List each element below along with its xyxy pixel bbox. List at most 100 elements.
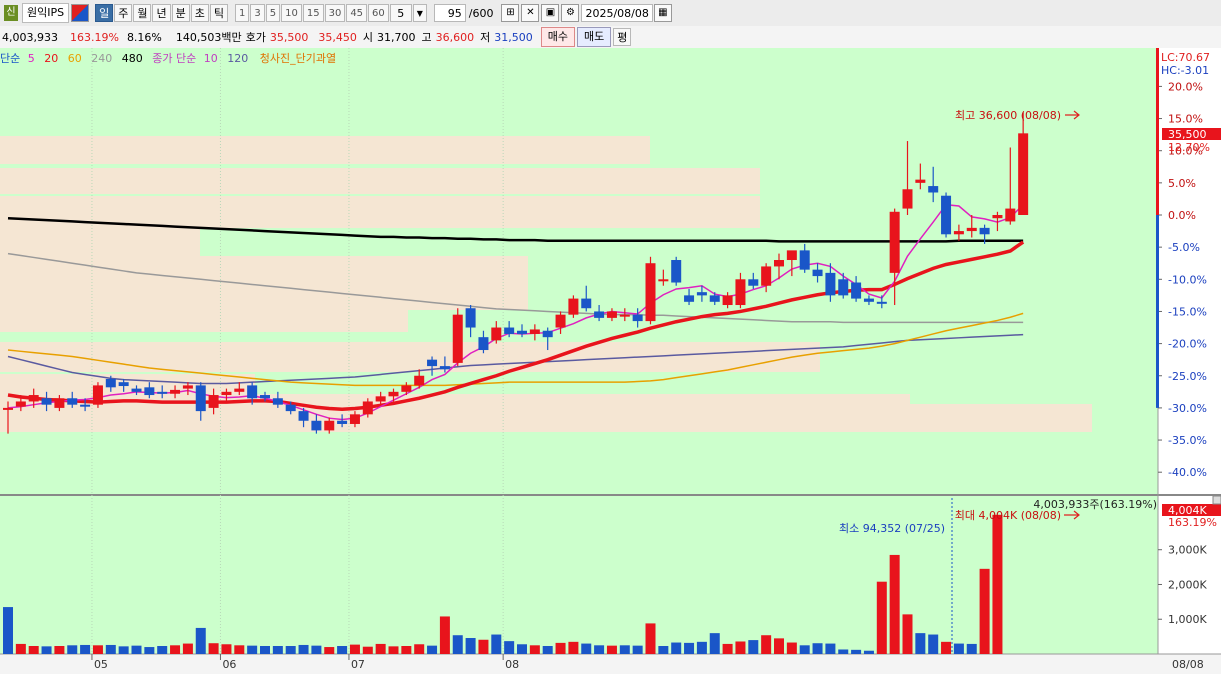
minute-button-30[interactable]: 30 [324,4,346,22]
volume-bar [504,641,515,654]
volume-bar [542,646,553,654]
date-axis-end: 08/08 [1172,658,1204,671]
calendar-icon[interactable]: ▦ [653,4,672,22]
price-hc: HC:-3.01 [1161,64,1209,77]
gear-icon[interactable]: ⚙ [561,4,580,22]
volume-bar [118,646,129,654]
count-input[interactable]: 95 [433,4,466,22]
price-tick-label: -20.0% [1168,338,1207,351]
volume-bar [260,646,270,654]
crosshair-icon[interactable]: ✕ [521,4,540,22]
price-axis-up-band [1156,48,1159,215]
tab-period-3[interactable]: 년 [152,4,171,22]
volume-bar [735,641,746,654]
minute-button-10[interactable]: 10 [281,4,302,22]
date-tick-label: 05 [94,658,108,671]
volume-bar [362,646,373,654]
buy-button[interactable]: 매수 [540,27,575,47]
stock-name[interactable]: 원익IPS [22,3,70,23]
candle-body [439,366,450,370]
minute-button-60[interactable]: 60 [368,4,389,22]
volume-tick-label: 3,000K [1168,544,1207,557]
candle-body [208,395,219,408]
volume-bar [658,646,669,654]
minute-button-5[interactable]: 5 [265,4,281,22]
volume-bar [311,645,322,654]
profile-band [0,228,200,256]
dropdown-arrow-icon[interactable]: ▼ [412,4,427,22]
candle-body [54,398,65,408]
candle-body [1018,133,1029,215]
date-input[interactable]: 2025/08/08 [581,4,653,22]
chart-type-icon[interactable]: ⊞ [501,4,520,22]
candle-body [645,263,656,322]
tab-period-2[interactable]: 월 [133,4,152,22]
candle-body [851,282,862,299]
volume-bar [863,650,874,654]
volume-bar [247,645,258,654]
tab-period-1[interactable]: 주 [114,4,133,22]
volume-bar [761,635,772,654]
volume-bar [774,638,784,654]
candle-body [709,295,720,302]
volume-bar [375,643,386,654]
volume-bar [324,647,335,654]
minute-button-15[interactable]: 15 [302,4,324,22]
legend-ma240: 240 [91,52,112,65]
price-tick-label: 5.0% [1168,177,1196,190]
volume-bar [889,554,900,654]
volume-bar [786,642,797,654]
save-icon[interactable]: ▣ [541,4,560,22]
tab-period-4[interactable]: 분 [171,4,190,22]
tab-period-0[interactable]: 일 [95,4,114,22]
candle-body [80,404,91,407]
eval-button[interactable]: 평 [613,28,632,46]
candle-body [761,266,772,286]
candle-body [15,401,26,407]
tab-period-6[interactable]: 틱 [209,4,228,22]
candle-body [478,337,489,351]
sell-button[interactable]: 매도 [577,27,612,47]
candle-body [221,391,232,396]
volume-bar [401,646,412,654]
minute-button-3[interactable]: 3 [250,4,265,22]
volume-bar [992,514,1003,654]
volume-bar [812,643,823,654]
toolbar-top: 신 원익IPS 일주월년분초틱 1 3 5 10 15 30 45 60 5 ▼ 95 /60… [0,0,1221,27]
volume-bar [684,642,695,654]
volume-bar [928,634,939,654]
market-badge: 신 [4,5,18,21]
minute-select[interactable]: 5 [389,4,412,22]
low-price: 31,500 [494,30,533,44]
minute-button-1[interactable]: 1 [234,4,250,22]
scroll-handle[interactable] [1212,495,1221,505]
bid-price: 35,450 [318,30,357,44]
volume-bar [941,641,952,654]
profile-band [0,284,528,310]
volume-bar [799,645,810,654]
low-label: 저 [480,31,491,44]
legend-ma60: 60 [68,52,82,65]
candle-body [1005,208,1016,222]
candle-body [555,314,566,328]
stock-chart[interactable]: 20.0%15.0%10.0%5.0%0.0%-5.0%-10.0%-15.0%… [0,48,1221,674]
candle-body [735,279,746,306]
candle-body [928,186,939,193]
candle-body [581,298,592,309]
volume-bar [285,646,296,654]
candle-body [388,391,399,397]
flag-icon[interactable] [71,4,90,22]
tab-period-5[interactable]: 초 [190,4,209,22]
quote-bar: 4,003,933 163.19% 8.16% 140,503백만 호가 35,… [0,26,1221,49]
minute-button-45[interactable]: 45 [346,4,368,22]
candle-body [182,385,193,389]
price-high-annotation: 최고 36,600 (08/08) [955,109,1061,122]
volume-bar [414,644,425,654]
candle-body [92,385,103,405]
candle-body [118,382,129,387]
candle-body [786,250,797,261]
candle-body [902,189,913,209]
volume-bar [517,644,527,654]
candle-body [337,420,348,424]
volume-bar [221,644,232,654]
